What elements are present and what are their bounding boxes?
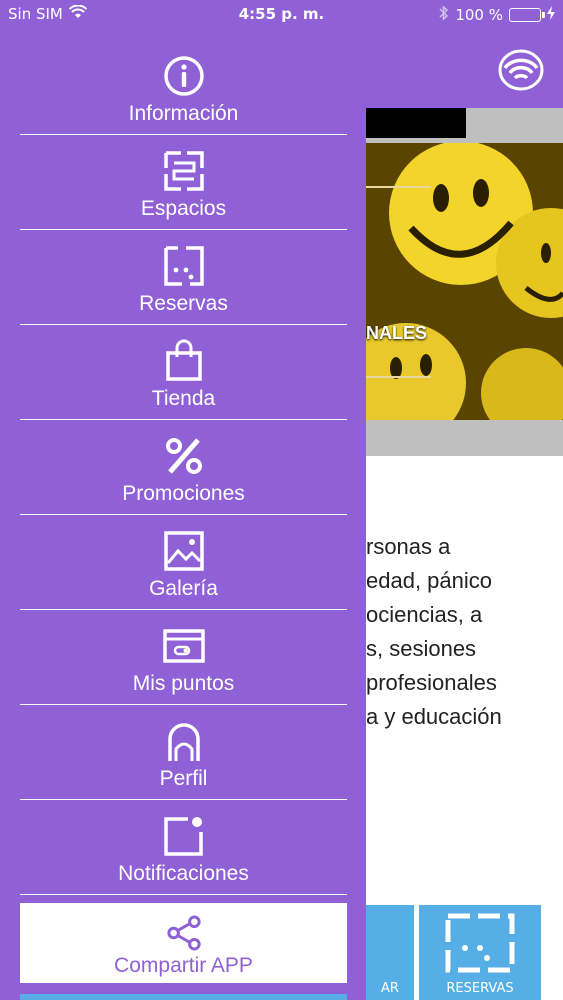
bluetooth-icon xyxy=(439,5,449,25)
navigation-drawer: Información Espacios Reservas Tienda Pro… xyxy=(0,28,366,1000)
info-icon xyxy=(162,54,206,98)
menu-item-tienda[interactable]: Tienda xyxy=(20,325,347,420)
notification-icon xyxy=(162,814,206,858)
wifi-logo-icon[interactable] xyxy=(497,48,545,92)
menu-item-promociones[interactable]: Promociones xyxy=(20,420,347,515)
body-text: rsonas a edad, pánico ociencias, a s, se… xyxy=(366,530,563,734)
menu-item-label: Tienda xyxy=(151,387,216,410)
menu-item-informacion[interactable]: Información xyxy=(20,40,347,135)
hero-line-top xyxy=(366,186,431,188)
profile-icon xyxy=(162,719,206,763)
hero-image xyxy=(366,143,563,420)
menu-item-notificaciones[interactable]: Notificaciones xyxy=(20,800,347,895)
body-line: s, sesiones xyxy=(366,636,477,661)
body-line: rsonas a xyxy=(366,534,451,559)
hero-banner[interactable]: NALES xyxy=(366,108,563,456)
menu-item-label: Mis puntos xyxy=(132,672,235,695)
body-line: a y educación xyxy=(366,704,502,729)
menu-item-reservas[interactable]: Reservas xyxy=(20,230,347,325)
body-line: profesionales xyxy=(366,670,497,695)
reservations-icon xyxy=(445,913,515,977)
hero-title: NALES xyxy=(366,323,428,343)
menu-item-espacios[interactable]: Espacios xyxy=(20,135,347,230)
menu-item-label: Perfil xyxy=(159,767,208,790)
hero-line-bottom xyxy=(366,376,431,378)
tile-reservas[interactable]: RESERVAS xyxy=(419,905,541,1000)
menu-item-label: Compartir APP xyxy=(114,954,253,977)
gallery-icon xyxy=(162,529,206,573)
status-right: 100 % xyxy=(439,5,555,25)
share-icon xyxy=(165,914,203,952)
drawer-bottom-strip xyxy=(20,994,347,1000)
menu-item-label: Notificaciones xyxy=(118,862,249,885)
menu-item-label: Reservas xyxy=(139,292,228,315)
menu-item-compartir-app[interactable]: Compartir APP xyxy=(20,903,347,983)
menu-item-label: Galería xyxy=(149,577,218,600)
tile-left-label: AR xyxy=(381,981,399,996)
battery-icon xyxy=(509,8,545,22)
tile-reservas-label: RESERVAS xyxy=(446,981,514,996)
spaces-icon xyxy=(162,149,206,193)
percent-icon xyxy=(162,434,206,478)
menu-item-perfil[interactable]: Perfil xyxy=(20,705,347,800)
menu-item-mis-puntos[interactable]: Mis puntos xyxy=(20,610,347,705)
menu-item-label: Espacios xyxy=(140,197,227,220)
shopping-bag-icon xyxy=(162,339,206,383)
body-line: ociencias, a xyxy=(366,602,483,627)
menu-item-galeria[interactable]: Galería xyxy=(20,515,347,610)
reservations-icon xyxy=(162,244,206,288)
body-line: edad, pánico xyxy=(366,568,492,593)
status-bar: Sin SIM 4:55 p. m. 100 % xyxy=(0,0,563,28)
hero-topbar xyxy=(366,108,466,138)
points-card-icon xyxy=(162,624,206,668)
battery-percent: 100 % xyxy=(455,6,503,24)
menu-item-label: Información xyxy=(128,102,239,125)
menu-item-label: Promociones xyxy=(122,482,245,505)
charging-icon xyxy=(547,6,555,24)
tile-left[interactable]: AR xyxy=(366,905,414,1000)
